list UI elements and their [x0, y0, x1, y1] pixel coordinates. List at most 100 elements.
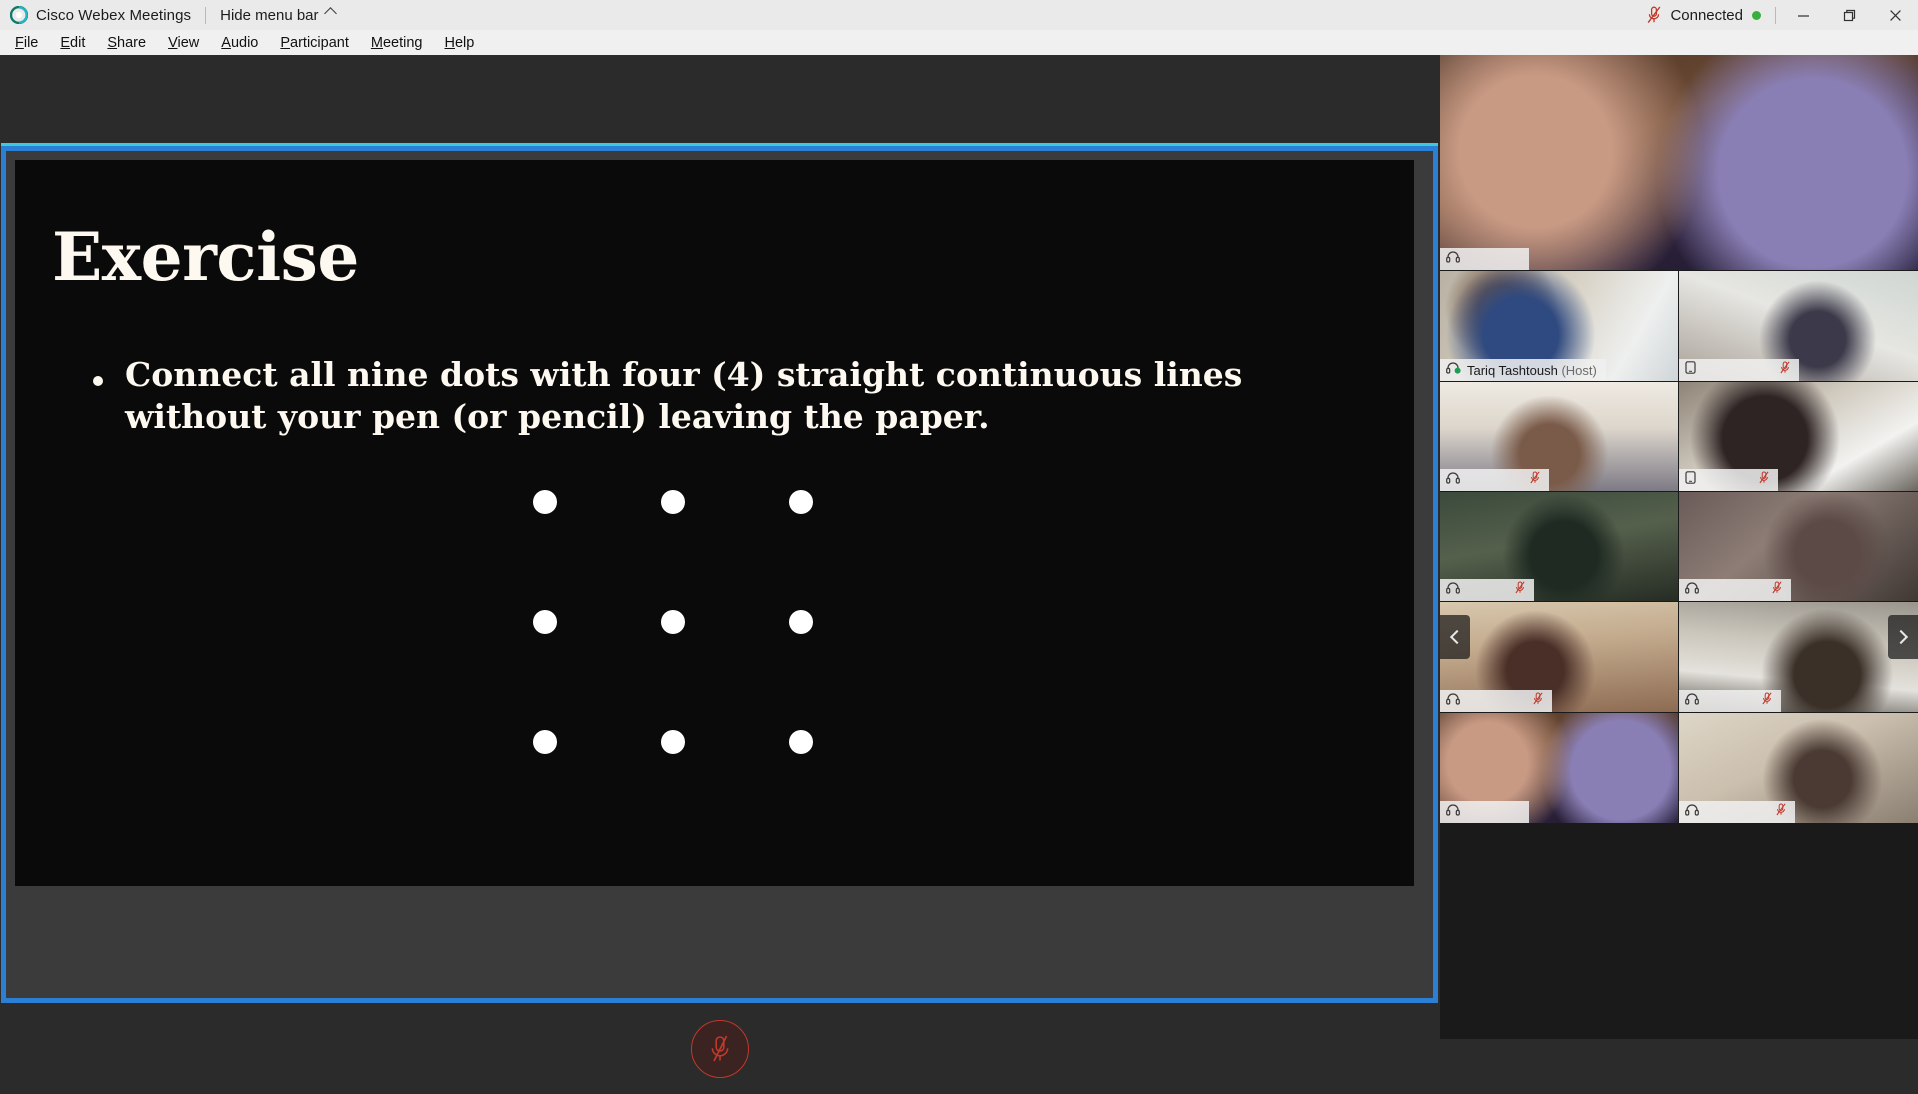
- microphone-muted-icon: [1762, 692, 1772, 710]
- puzzle-dot: [533, 730, 557, 754]
- participant-tile[interactable]: [1679, 271, 1918, 381]
- participant-name: [1705, 805, 1770, 820]
- puzzle-dot: [661, 490, 685, 514]
- headset-icon: [1446, 471, 1460, 489]
- puzzle-dot: [661, 610, 685, 634]
- titlebar-right-group: Connected: [1647, 0, 1918, 30]
- minimize-button[interactable]: [1780, 0, 1826, 30]
- scroll-left-button[interactable]: [1440, 615, 1470, 659]
- headset-icon: [1446, 581, 1460, 599]
- participant-name-bar: [1679, 801, 1796, 823]
- microphone-muted-icon: [1772, 581, 1782, 599]
- microphone-muted-icon: [1647, 6, 1661, 24]
- participant-tile[interactable]: [1679, 713, 1918, 823]
- participant-name-bar: [1679, 579, 1792, 601]
- participant-name: [1705, 583, 1766, 598]
- participant-name: [1466, 583, 1509, 598]
- bullet-point-icon: [93, 376, 103, 386]
- headset-icon: [1685, 803, 1699, 821]
- participant-name-bar: [1440, 469, 1549, 491]
- slide-bullet-text: Connect all nine dots with four (4) stra…: [125, 355, 1243, 437]
- puzzle-dot: [661, 730, 685, 754]
- participant-tile[interactable]: [1440, 492, 1678, 601]
- shared-content-frame: Exercise Connect all nine dots with four…: [1, 143, 1438, 1006]
- puzzle-dot: [533, 490, 557, 514]
- participant-tile[interactable]: [1440, 602, 1678, 712]
- participant-name: [1466, 252, 1520, 267]
- nine-dot-puzzle-grid: [533, 490, 813, 754]
- participant-name-bar: Tariq Tashtoush (Host): [1440, 359, 1606, 381]
- participant-tile[interactable]: [1440, 55, 1918, 270]
- participant-tile[interactable]: [1679, 492, 1918, 601]
- participant-name: [1702, 473, 1753, 488]
- participant-tile[interactable]: [1679, 382, 1918, 491]
- participant-name: [1702, 363, 1774, 378]
- participant-name-bar: [1679, 469, 1778, 491]
- participant-name: [1705, 694, 1756, 709]
- puzzle-dot: [789, 490, 813, 514]
- meeting-control-bar: [0, 1003, 1440, 1094]
- menu-participant[interactable]: Participant: [269, 32, 360, 54]
- participant-name-bar: [1679, 690, 1781, 712]
- participant-name-bar: [1440, 579, 1535, 601]
- chevron-right-icon: [1893, 629, 1909, 645]
- headset-speaking-icon: [1446, 361, 1461, 379]
- puzzle-dot: [789, 730, 813, 754]
- slide-bullet-item: Connect all nine dots with four (4) stra…: [93, 354, 1323, 438]
- participant-tile-active[interactable]: [1440, 713, 1678, 823]
- participant-tile[interactable]: [1679, 602, 1918, 712]
- menu-audio[interactable]: Audio: [210, 32, 269, 54]
- meeting-stage: Exercise Connect all nine dots with four…: [0, 55, 1440, 1094]
- participant-video-panel[interactable]: Tariq Tashtoush (Host): [1440, 55, 1918, 1039]
- menu-help[interactable]: Help: [433, 32, 485, 54]
- restore-button[interactable]: [1826, 0, 1872, 30]
- scroll-right-button[interactable]: [1888, 615, 1918, 659]
- hide-menu-bar-button[interactable]: Hide menu bar: [220, 6, 337, 24]
- participant-name-bar: [1679, 359, 1800, 381]
- participant-name: [1466, 694, 1527, 709]
- webex-logo-icon: [9, 5, 29, 25]
- menubar: File Edit Share View Audio Participant M…: [0, 30, 1918, 55]
- microphone-muted-icon: [1780, 361, 1790, 379]
- puzzle-dot: [789, 610, 813, 634]
- headset-icon: [1685, 692, 1699, 710]
- microphone-muted-icon: [1776, 803, 1786, 821]
- titlebar-divider: [205, 6, 207, 24]
- phone-icon: [1685, 361, 1696, 379]
- unmute-button[interactable]: [691, 1019, 749, 1078]
- chevron-up-icon: [323, 7, 337, 20]
- app-title: Cisco Webex Meetings: [36, 6, 192, 24]
- puzzle-dot: [533, 610, 557, 634]
- participant-name-bar: [1440, 690, 1553, 712]
- participant-tile[interactable]: Tariq Tashtoush (Host): [1440, 271, 1678, 381]
- slide-title: Exercise: [52, 218, 359, 296]
- participant-name-bar: [1440, 801, 1530, 823]
- menu-view[interactable]: View: [157, 32, 210, 54]
- headset-icon: [1446, 803, 1460, 821]
- headset-icon: [1446, 250, 1460, 268]
- menu-share[interactable]: Share: [96, 32, 157, 54]
- chevron-left-icon: [1449, 629, 1465, 645]
- menu-file[interactable]: File: [4, 32, 49, 54]
- headset-icon: [1446, 692, 1460, 710]
- participant-video: [1440, 55, 1918, 270]
- participant-name: [1466, 473, 1524, 488]
- microphone-muted-icon: [1515, 581, 1525, 599]
- phone-icon: [1685, 471, 1696, 489]
- participant-tile[interactable]: [1440, 382, 1678, 491]
- connection-status-label: Connected: [1670, 6, 1743, 24]
- participant-name: Tariq Tashtoush (Host): [1467, 362, 1597, 378]
- menu-meeting[interactable]: Meeting: [360, 32, 434, 54]
- microphone-muted-icon: [1533, 692, 1543, 710]
- microphone-muted-icon: [1530, 471, 1540, 489]
- titlebar-divider-2: [1775, 6, 1776, 24]
- participant-name: [1466, 805, 1520, 820]
- window-titlebar: Cisco Webex Meetings Hide menu bar Conne…: [0, 0, 1918, 30]
- menu-edit[interactable]: Edit: [49, 32, 96, 54]
- hide-menu-bar-label: Hide menu bar: [220, 6, 319, 24]
- presentation-slide: Exercise Connect all nine dots with four…: [15, 160, 1414, 886]
- connection-status-indicator: [1752, 10, 1761, 20]
- close-button[interactable]: [1872, 0, 1918, 30]
- participant-name-bar: [1440, 248, 1530, 270]
- microphone-muted-icon: [1759, 471, 1769, 489]
